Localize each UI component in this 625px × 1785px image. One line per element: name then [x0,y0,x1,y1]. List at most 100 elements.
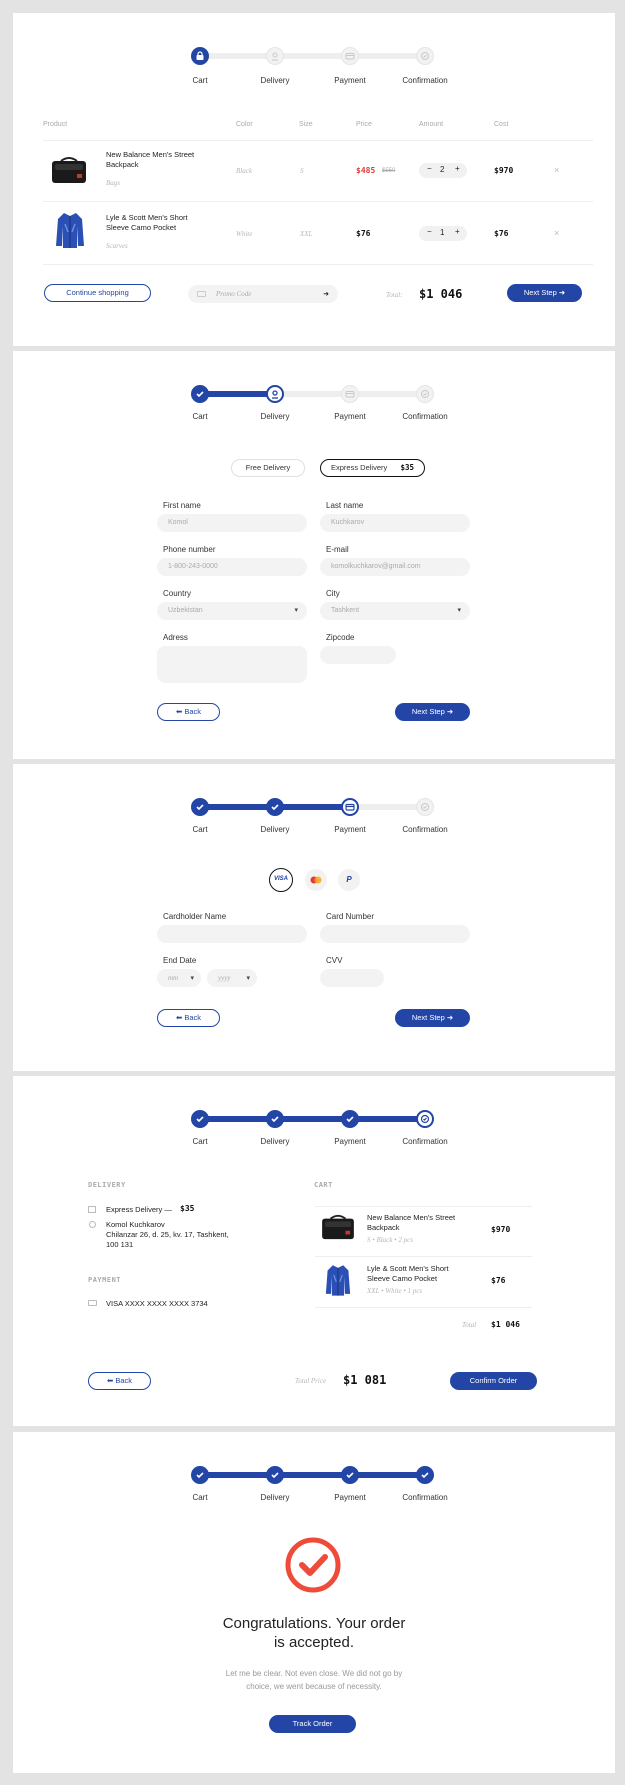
step-confirmation-dot[interactable] [416,47,434,65]
confirm-order-button[interactable]: Confirm Order [450,1372,537,1390]
check-circle-icon [421,390,429,398]
next-step-button[interactable]: Next Step ➜ [507,284,582,302]
product-category: Scarves [106,242,128,250]
city-label: City [326,589,340,598]
stepper: Cart Delivery Payment Confirmation [13,351,615,431]
continue-shopping-button[interactable]: Continue shopping [44,284,151,302]
minus-icon[interactable]: − [427,227,432,236]
quantity-stepper[interactable]: − 2 + [419,163,467,178]
step-payment-dot[interactable] [341,385,359,403]
item-cost: $970 [491,1225,511,1234]
arrow-left-icon: ⬅ [106,1376,114,1385]
remove-icon[interactable]: × [554,165,559,175]
last-name-field[interactable]: Kuchkarov [320,514,470,532]
delivery-price: $35 [180,1204,195,1213]
remove-icon[interactable]: × [554,228,559,238]
back-button[interactable]: ⬅ Back [157,703,220,721]
check-icon [271,1472,279,1479]
product-old-price: $550 [382,168,396,174]
next-step-button[interactable]: Next Step ➜ [395,1009,470,1027]
quantity-stepper[interactable]: − 1 + [419,226,467,241]
paypal-option[interactable]: P [338,869,360,891]
step-payment-dot[interactable] [341,1110,359,1128]
address-field[interactable] [157,646,307,683]
zipcode-field[interactable] [320,646,396,664]
visa-option[interactable]: VISA [269,868,293,892]
truck-icon [88,1206,96,1213]
subtotal-label: Total [462,1321,477,1329]
product-name[interactable]: Lyle & Scott Men's Short Sleeve Camo Poc… [106,213,206,233]
check-circle-icon [421,52,429,60]
pin-icon [272,390,278,399]
chevron-down-icon: ▾ [457,607,461,614]
address-label: Adress [163,633,188,642]
cvv-field[interactable] [320,969,384,987]
col-product: Product [43,121,68,128]
product-color: Black [236,167,252,175]
email-field[interactable]: komolkuchkarov@gmail.com [320,558,470,576]
product-size: XXL [300,230,313,238]
country-select[interactable]: Uzbekistan ▾ [157,602,307,620]
year-select[interactable]: yyyy ▾ [207,969,257,987]
express-delivery-option[interactable]: Express Delivery $35 [320,459,425,477]
back-button[interactable]: ⬅ Back [88,1372,151,1390]
step-delivery-dot[interactable] [266,1110,284,1128]
check-icon [421,1472,429,1479]
check-icon [196,1472,204,1479]
cardholder-field[interactable] [157,925,307,943]
step-delivery-dot[interactable] [266,47,284,65]
mastercard-option[interactable] [305,869,327,891]
step-cart-dot[interactable] [191,385,209,403]
arrow-right-icon[interactable]: ➜ [323,285,329,303]
step-payment-dot[interactable] [341,47,359,65]
cvv-label: CVV [326,956,343,965]
step-confirmation-dot[interactable] [416,798,434,816]
step-delivery-dot[interactable] [266,1466,284,1484]
first-name-field[interactable]: Komol [157,514,307,532]
promo-code-input[interactable]: Promo Code ➜ [188,285,338,303]
step-cart-dot[interactable] [191,1110,209,1128]
jacket-image [56,213,84,248]
stepper: Cart Delivery Payment Confirmation [13,1076,615,1156]
step-cart-dot[interactable] [191,47,209,65]
card-number-field[interactable] [320,925,470,943]
card-icon [345,53,355,60]
product-name[interactable]: New Balance Men's Street Backpack [106,150,206,170]
plus-icon[interactable]: + [455,164,460,173]
product-price: $485 [356,166,376,175]
track-order-button[interactable]: Track Order [269,1715,356,1733]
check-circle-icon [421,803,429,811]
step-delivery-dot[interactable] [266,385,284,403]
phone-field[interactable]: 1-800-243-0000 [157,558,307,576]
item-name: Lyle & Scott Men's Short Sleeve Camo Poc… [367,1264,449,1283]
customer-address: Chilanzar 26, d. 25, kv. 17, Tashkent, 1… [106,1230,229,1249]
back-button[interactable]: ⬅ Back [157,1009,220,1027]
step-label-confirmation: Confirmation [402,1137,448,1146]
item-meta: XXL • White • 1 pcs [367,1287,423,1295]
next-step-button[interactable]: Next Step ➜ [395,703,470,721]
check-icon [196,1116,204,1123]
step-confirmation-dot[interactable] [416,1110,434,1128]
step-cart-dot[interactable] [191,798,209,816]
step-cart-dot[interactable] [191,1466,209,1484]
success-check-icon [285,1537,341,1593]
email-label: E-mail [326,545,349,554]
arrow-right-icon: ➜ [446,1013,454,1022]
step-confirmation-dot[interactable] [416,385,434,403]
item-meta: S • Black • 2 pcs [367,1236,413,1244]
check-icon [271,804,279,811]
month-select[interactable]: mm ▾ [157,969,201,987]
quantity-value: 1 [440,228,445,237]
city-select[interactable]: Tashkent ▾ [320,602,470,620]
step-confirmation-dot[interactable] [416,1466,434,1484]
step-payment-dot[interactable] [341,1466,359,1484]
check-icon [271,1116,279,1123]
plus-icon[interactable]: + [455,227,460,236]
cart-panel: Cart Delivery Payment Confirmation Produ… [13,13,615,346]
free-delivery-option[interactable]: Free Delivery [231,459,305,477]
chevron-down-icon: ▾ [294,607,298,614]
step-delivery-dot[interactable] [266,798,284,816]
total-label: Total: [386,291,403,299]
step-payment-dot[interactable] [341,798,359,816]
minus-icon[interactable]: − [427,164,432,173]
